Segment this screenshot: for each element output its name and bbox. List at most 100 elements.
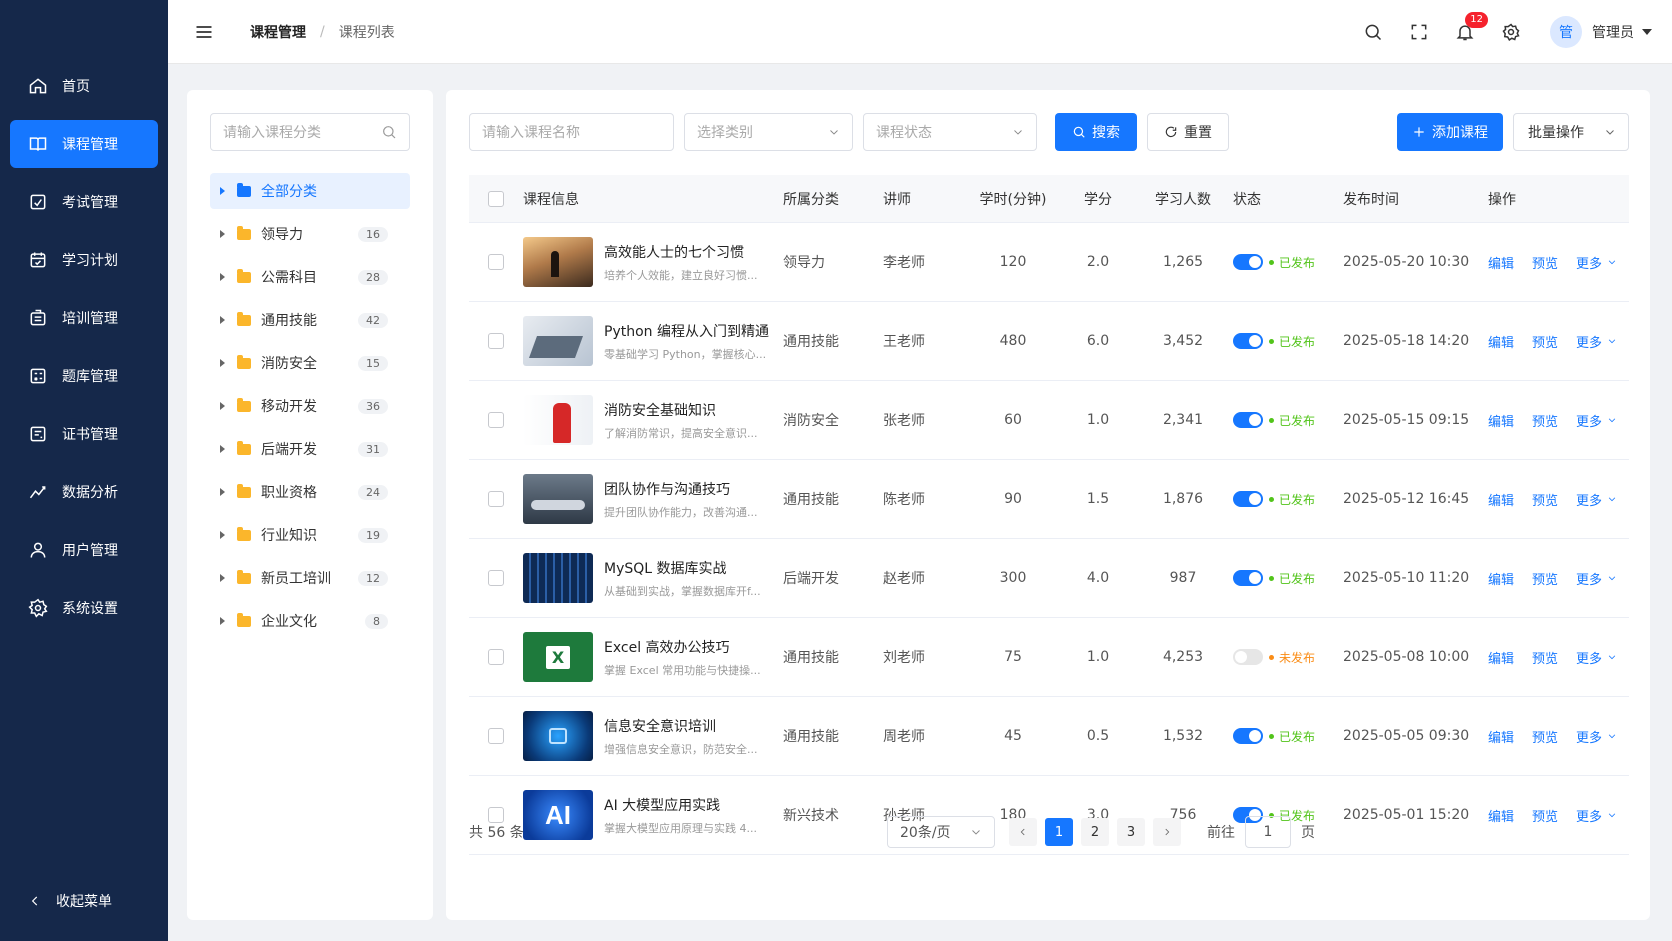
sidebar-item-study-plan[interactable]: 学习计划 (10, 236, 158, 284)
category-item[interactable]: 移动开发 36 (210, 388, 410, 424)
fullscreen-icon[interactable] (1408, 21, 1430, 43)
publish-toggle[interactable] (1233, 254, 1263, 270)
category-item[interactable]: 行业知识 19 (210, 517, 410, 553)
row-checkbox[interactable] (488, 570, 504, 586)
row-checkbox[interactable] (488, 491, 504, 507)
course-thumbnail[interactable]: X (523, 632, 593, 682)
expand-arrow-icon[interactable] (220, 230, 225, 238)
category-item[interactable]: 领导力 16 (210, 216, 410, 252)
expand-arrow-icon[interactable] (220, 574, 225, 582)
expand-arrow-icon[interactable] (220, 617, 225, 625)
user-name[interactable]: 管理员 (1592, 22, 1634, 42)
course-thumbnail[interactable] (523, 395, 593, 445)
category-item[interactable]: 后端开发 31 (210, 431, 410, 467)
menu-toggle-icon[interactable] (194, 22, 214, 42)
row-checkbox[interactable] (488, 412, 504, 428)
caret-down-icon[interactable] (1642, 29, 1652, 35)
search-icon[interactable] (1362, 21, 1384, 43)
row-checkbox[interactable] (488, 333, 504, 349)
reset-button[interactable]: 重置 (1147, 113, 1229, 151)
breadcrumb-item[interactable]: 课程管理 (250, 22, 306, 42)
edit-link[interactable]: 编辑 (1488, 569, 1514, 588)
edit-link[interactable]: 编辑 (1488, 253, 1514, 272)
sidebar-item-courses[interactable]: 课程管理 (10, 120, 158, 168)
category-select[interactable]: 选择类别 (684, 113, 853, 151)
more-dropdown[interactable]: 更多 (1576, 332, 1617, 351)
expand-arrow-icon[interactable] (220, 359, 225, 367)
edit-link[interactable]: 编辑 (1488, 727, 1514, 746)
expand-arrow-icon[interactable] (220, 187, 225, 195)
sidebar-item-exams[interactable]: 考试管理 (10, 178, 158, 226)
preview-link[interactable]: 预览 (1532, 569, 1558, 588)
course-title[interactable]: 信息安全意识培训 (604, 716, 774, 736)
page-button[interactable]: 3 (1117, 818, 1145, 846)
expand-arrow-icon[interactable] (220, 531, 225, 539)
publish-toggle[interactable] (1233, 333, 1263, 349)
category-item[interactable]: 消防安全 15 (210, 345, 410, 381)
course-thumbnail[interactable] (523, 237, 593, 287)
more-dropdown[interactable]: 更多 (1576, 411, 1617, 430)
edit-link[interactable]: 编辑 (1488, 490, 1514, 509)
expand-arrow-icon[interactable] (220, 273, 225, 281)
category-item[interactable]: 企业文化 8 (210, 603, 410, 639)
publish-toggle[interactable] (1233, 412, 1263, 428)
more-dropdown[interactable]: 更多 (1576, 648, 1617, 667)
edit-link[interactable]: 编辑 (1488, 411, 1514, 430)
publish-toggle[interactable] (1233, 491, 1263, 507)
page-button[interactable]: 2 (1081, 818, 1109, 846)
category-item[interactable]: 新员工培训 12 (210, 560, 410, 596)
row-checkbox[interactable] (488, 649, 504, 665)
prev-page-button[interactable] (1009, 818, 1037, 846)
select-all-checkbox[interactable] (488, 190, 504, 207)
sidebar-item-training[interactable]: 培训管理 (10, 294, 158, 342)
category-item-all[interactable]: 全部分类 (210, 173, 410, 209)
sidebar-item-settings[interactable]: 系统设置 (10, 584, 158, 632)
publish-toggle[interactable] (1233, 649, 1263, 665)
status-select[interactable]: 课程状态 (863, 113, 1037, 151)
page-button[interactable]: 1 (1045, 818, 1073, 846)
avatar[interactable]: 管 (1550, 16, 1582, 48)
add-course-button[interactable]: 添加课程 (1397, 113, 1503, 151)
row-checkbox[interactable] (488, 254, 504, 270)
preview-link[interactable]: 预览 (1532, 253, 1558, 272)
course-thumbnail[interactable] (523, 316, 593, 366)
course-title[interactable]: 团队协作与沟通技巧 (604, 479, 774, 499)
course-title[interactable]: MySQL 数据库实战 (604, 558, 774, 578)
course-title[interactable]: Excel 高效办公技巧 (604, 637, 774, 657)
course-thumbnail[interactable] (523, 553, 593, 603)
course-name-input[interactable]: 请输入课程名称 (469, 113, 674, 151)
category-item[interactable]: 公需科目 28 (210, 259, 410, 295)
more-dropdown[interactable]: 更多 (1576, 569, 1617, 588)
expand-arrow-icon[interactable] (220, 316, 225, 324)
course-title[interactable]: AI 大模型应用实践 (604, 795, 774, 815)
preview-link[interactable]: 预览 (1532, 490, 1558, 509)
goto-page-input[interactable]: 1 (1245, 816, 1291, 848)
edit-link[interactable]: 编辑 (1488, 332, 1514, 351)
row-checkbox[interactable] (488, 728, 504, 744)
category-search-input[interactable]: 请输入课程分类 (210, 113, 410, 151)
more-dropdown[interactable]: 更多 (1576, 490, 1617, 509)
expand-arrow-icon[interactable] (220, 488, 225, 496)
publish-toggle[interactable] (1233, 728, 1263, 744)
sidebar-item-users[interactable]: 用户管理 (10, 526, 158, 574)
preview-link[interactable]: 预览 (1532, 648, 1558, 667)
bell-icon[interactable]: 12 (1454, 12, 1488, 43)
category-item[interactable]: 通用技能 42 (210, 302, 410, 338)
course-title[interactable]: 高效能人士的七个习惯 (604, 242, 774, 262)
search-button[interactable]: 搜索 (1055, 113, 1137, 151)
settings-icon[interactable] (1500, 21, 1522, 43)
course-title[interactable]: 消防安全基础知识 (604, 400, 774, 420)
next-page-button[interactable] (1153, 818, 1181, 846)
sidebar-item-question-bank[interactable]: 题库管理 (10, 352, 158, 400)
batch-actions-dropdown[interactable]: 批量操作 (1513, 113, 1629, 151)
more-dropdown[interactable]: 更多 (1576, 253, 1617, 272)
preview-link[interactable]: 预览 (1532, 727, 1558, 746)
preview-link[interactable]: 预览 (1532, 332, 1558, 351)
course-title[interactable]: Python 编程从入门到精通 (604, 321, 774, 341)
collapse-menu-button[interactable]: 收起菜单 (28, 891, 112, 911)
expand-arrow-icon[interactable] (220, 445, 225, 453)
course-thumbnail[interactable] (523, 711, 593, 761)
expand-arrow-icon[interactable] (220, 402, 225, 410)
publish-toggle[interactable] (1233, 570, 1263, 586)
more-dropdown[interactable]: 更多 (1576, 727, 1617, 746)
